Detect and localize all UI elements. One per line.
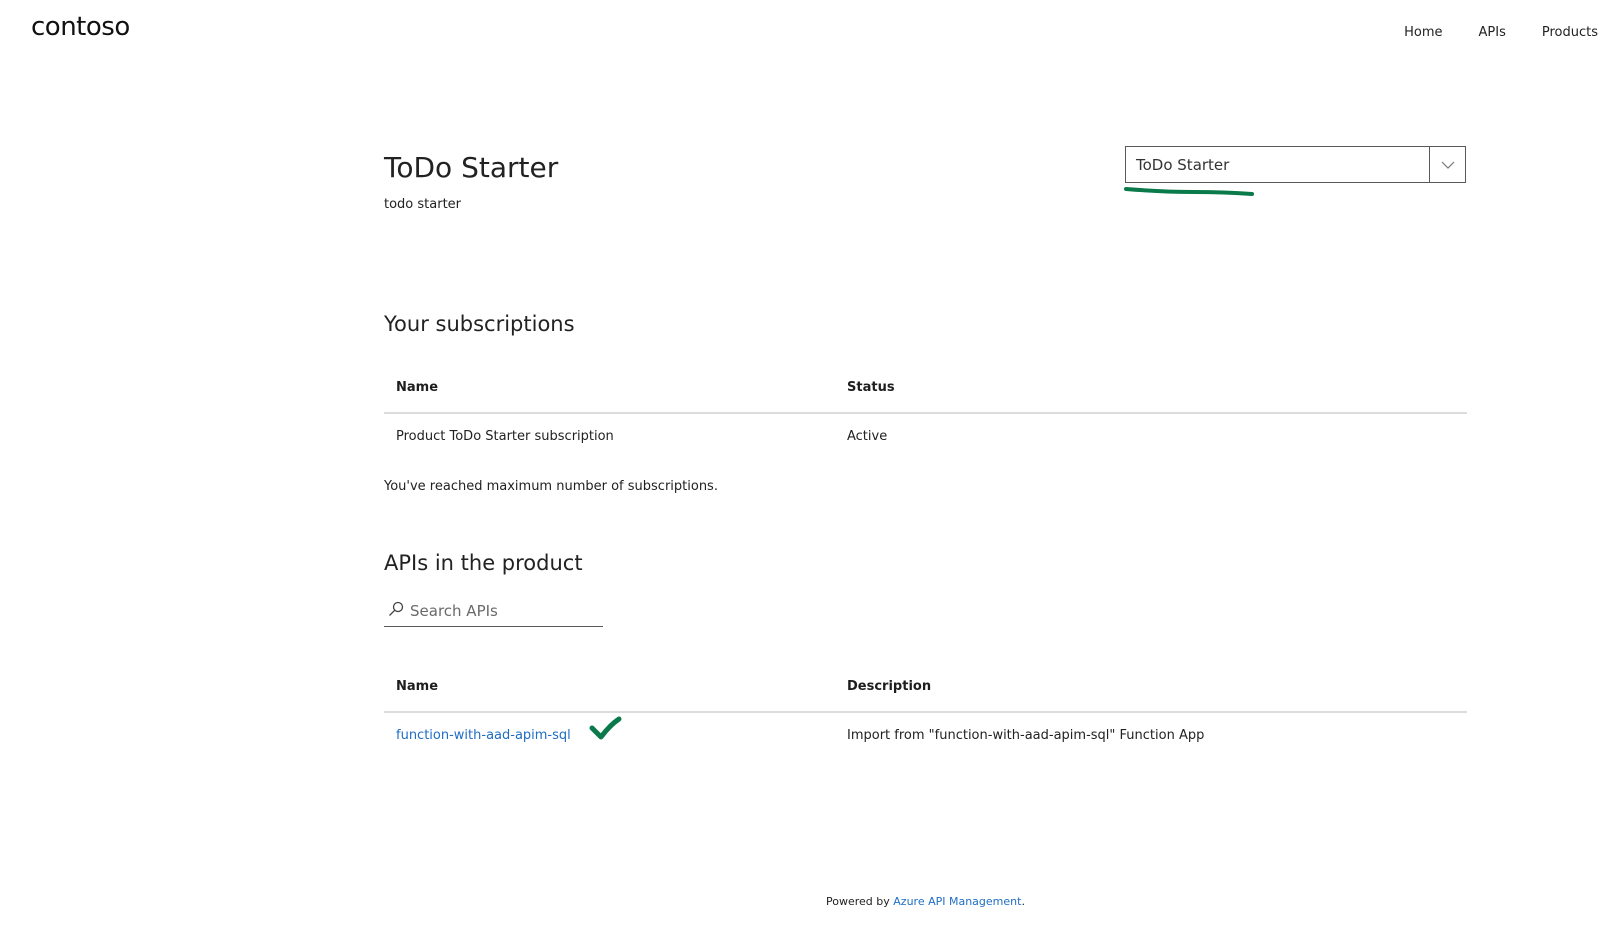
subscription-limit-note: You've reached maximum number of subscri… [384,479,718,494]
subscriptions-heading: Your subscriptions [384,312,575,336]
product-description: todo starter [384,197,462,212]
checkmark-annotation-icon [589,716,622,740]
product-selector-toggle[interactable] [1429,147,1465,182]
subscription-name: Product ToDo Starter subscription [396,429,614,444]
column-header-description: Description [847,679,932,694]
product-title: ToDo Starter [384,151,559,184]
footer-azure-link[interactable]: Azure API Management [893,895,1021,908]
footer-suffix: . [1021,895,1025,908]
nav-products[interactable]: Products [1542,25,1598,40]
highlight-underline-annotation [1124,187,1254,196]
subscriptions-table: Name Status Product ToDo Starter subscri… [384,366,1467,460]
nav-apis[interactable]: APIs [1479,25,1506,40]
table-row: function-with-aad-apim-sql Import from "… [384,713,1467,759]
apis-heading: APIs in the product [384,551,583,575]
nav-home[interactable]: Home [1404,25,1442,40]
api-description: Import from "function-with-aad-apim-sql"… [847,728,1205,743]
chevron-down-icon [1441,161,1454,169]
search-input[interactable] [408,599,602,623]
subscription-status: Active [847,429,888,444]
apis-table: Name Description function-with-aad-apim-… [384,665,1467,759]
column-header-name: Name [396,380,439,395]
table-row: Product ToDo Starter subscription Active [384,414,1467,460]
logo[interactable]: contoso [31,12,130,42]
table-header: Name Description [384,665,1467,713]
api-search [384,597,603,627]
product-selector-value: ToDo Starter [1136,156,1230,174]
column-header-status: Status [847,380,895,395]
product-selector[interactable]: ToDo Starter [1125,146,1466,183]
top-nav: Home APIs Products [1368,25,1608,40]
api-link[interactable]: function-with-aad-apim-sql [396,728,571,743]
column-header-name: Name [396,679,439,694]
footer: Powered by Azure API Management. [826,895,1025,908]
footer-prefix: Powered by [826,895,894,908]
table-header: Name Status [384,366,1467,414]
search-icon [389,601,404,616]
